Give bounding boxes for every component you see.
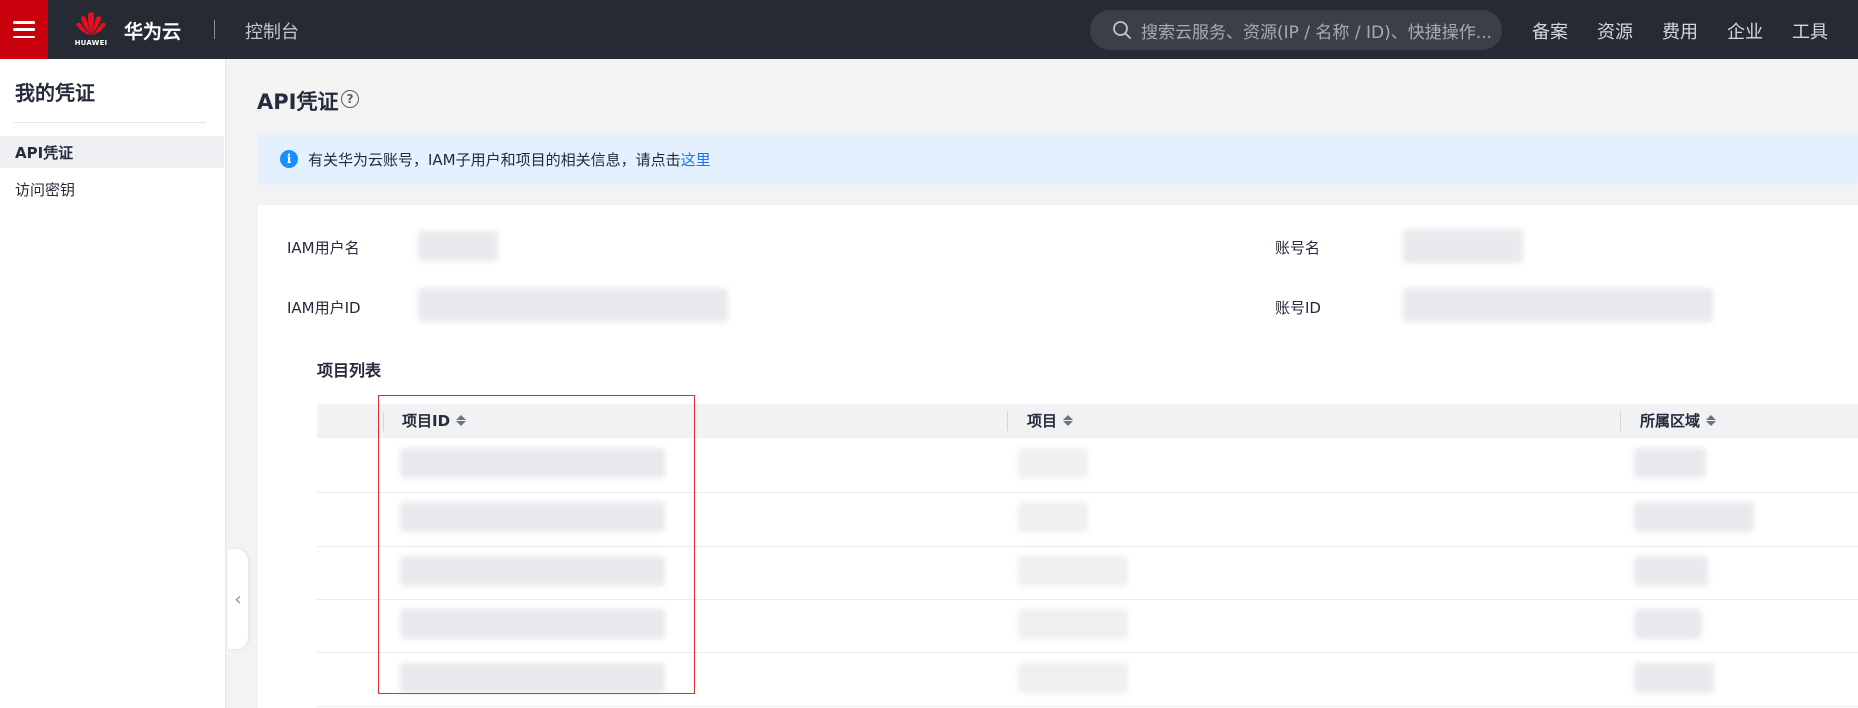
nav-billing[interactable]: 费用 bbox=[1662, 18, 1698, 44]
info-icon: i bbox=[280, 150, 298, 168]
column-divider bbox=[383, 411, 384, 431]
account-id-label: 账号ID bbox=[1275, 299, 1321, 317]
chevron-left-icon: ‹ bbox=[234, 588, 242, 610]
row-divider bbox=[317, 599, 1858, 600]
huawei-flower-icon bbox=[76, 12, 106, 36]
table-row-4-project-id-redacted bbox=[400, 609, 665, 639]
table-row-2-project-redacted bbox=[1018, 502, 1088, 532]
sort-icon[interactable] bbox=[456, 415, 467, 426]
table-row-3-project-redacted bbox=[1018, 556, 1128, 586]
nav-enterprise[interactable]: 企业 bbox=[1727, 18, 1763, 44]
info-banner: i 有关华为云账号，IAM子用户和项目的相关信息，请点击 这里 bbox=[258, 133, 1858, 185]
info-text: 有关华为云账号，IAM子用户和项目的相关信息，请点击 bbox=[308, 150, 681, 169]
account-name-label: 账号名 bbox=[1275, 239, 1321, 257]
iam-user-id-value-redacted bbox=[418, 288, 728, 322]
column-header-label: 所属区域 bbox=[1640, 412, 1701, 430]
table-row-2-region-redacted bbox=[1634, 502, 1754, 532]
row-divider bbox=[317, 492, 1858, 493]
sidebar-item-api-credentials[interactable]: API凭证 bbox=[0, 136, 224, 168]
sidebar: 我的凭证 API凭证 访问密钥 bbox=[0, 59, 226, 708]
nav-tools[interactable]: 工具 bbox=[1792, 18, 1828, 44]
column-divider bbox=[1620, 411, 1621, 431]
top-navigation-bar: HUAWEI 华为云 控制台 搜索云服务、资源(IP / 名称 / ID)、快捷… bbox=[0, 0, 1858, 59]
table-row-4-project-redacted bbox=[1018, 609, 1128, 639]
column-divider bbox=[1007, 411, 1008, 431]
header-divider bbox=[214, 20, 215, 39]
table-row-3-project-id-redacted bbox=[400, 556, 665, 586]
global-search-input[interactable]: 搜索云服务、资源(IP / 名称 / ID)、快捷操作... bbox=[1090, 10, 1502, 50]
table-header bbox=[317, 404, 1858, 438]
account-id-value-redacted bbox=[1403, 288, 1713, 322]
table-row-4-region-redacted bbox=[1634, 609, 1702, 639]
table-row-3-region-redacted bbox=[1634, 556, 1708, 586]
row-divider bbox=[317, 652, 1858, 653]
column-header-region[interactable]: 所属区域 bbox=[1640, 410, 1717, 431]
sidebar-item-label: API凭证 bbox=[15, 143, 74, 162]
column-header-project[interactable]: 项目 bbox=[1027, 410, 1074, 431]
table-row-2-project-id-redacted bbox=[400, 502, 665, 532]
column-header-label: 项目ID bbox=[402, 412, 451, 430]
column-header-project-id[interactable]: 项目ID bbox=[402, 410, 467, 431]
table-row-1-region-redacted bbox=[1634, 448, 1706, 478]
iam-user-name-label: IAM用户名 bbox=[287, 239, 360, 257]
table-row-5-project-redacted bbox=[1018, 663, 1128, 693]
iam-user-id-label: IAM用户ID bbox=[287, 299, 361, 317]
sidebar-item-label: 访问密钥 bbox=[15, 180, 76, 199]
account-name-value-redacted bbox=[1403, 229, 1523, 263]
table-row-1-project-id-redacted bbox=[400, 448, 665, 478]
search-placeholder: 搜索云服务、资源(IP / 名称 / ID)、快捷操作... bbox=[1141, 22, 1492, 43]
row-divider bbox=[317, 706, 1858, 707]
help-icon[interactable]: ? bbox=[341, 90, 359, 108]
table-row-5-region-redacted bbox=[1634, 663, 1714, 693]
sidebar-divider bbox=[14, 122, 206, 123]
hamburger-menu-button[interactable] bbox=[0, 0, 48, 59]
info-link-here[interactable]: 这里 bbox=[681, 149, 711, 170]
table-row-5-project-id-redacted bbox=[400, 663, 665, 693]
console-link[interactable]: 控制台 bbox=[245, 18, 299, 44]
brand-name[interactable]: 华为云 bbox=[124, 17, 181, 44]
table-row-1-project-redacted bbox=[1018, 448, 1088, 478]
row-divider bbox=[317, 546, 1858, 547]
nav-filing[interactable]: 备案 bbox=[1532, 18, 1568, 44]
column-header-label: 项目 bbox=[1027, 412, 1058, 430]
sidebar-item-access-keys[interactable]: 访问密钥 bbox=[0, 173, 224, 205]
logo-text: HUAWEI bbox=[74, 39, 108, 47]
iam-user-name-value-redacted bbox=[418, 231, 498, 261]
menu-icon bbox=[13, 21, 35, 38]
page-title: API凭证 bbox=[257, 90, 339, 114]
project-list-title: 项目列表 bbox=[317, 361, 382, 380]
search-icon bbox=[1113, 21, 1131, 39]
nav-resources[interactable]: 资源 bbox=[1597, 18, 1633, 44]
sidebar-collapse-handle[interactable]: ‹ bbox=[228, 549, 248, 649]
sidebar-title: 我的凭证 bbox=[15, 81, 95, 105]
sort-icon[interactable] bbox=[1063, 415, 1074, 426]
huawei-logo[interactable]: HUAWEI bbox=[72, 11, 110, 49]
sort-icon[interactable] bbox=[1706, 415, 1717, 426]
